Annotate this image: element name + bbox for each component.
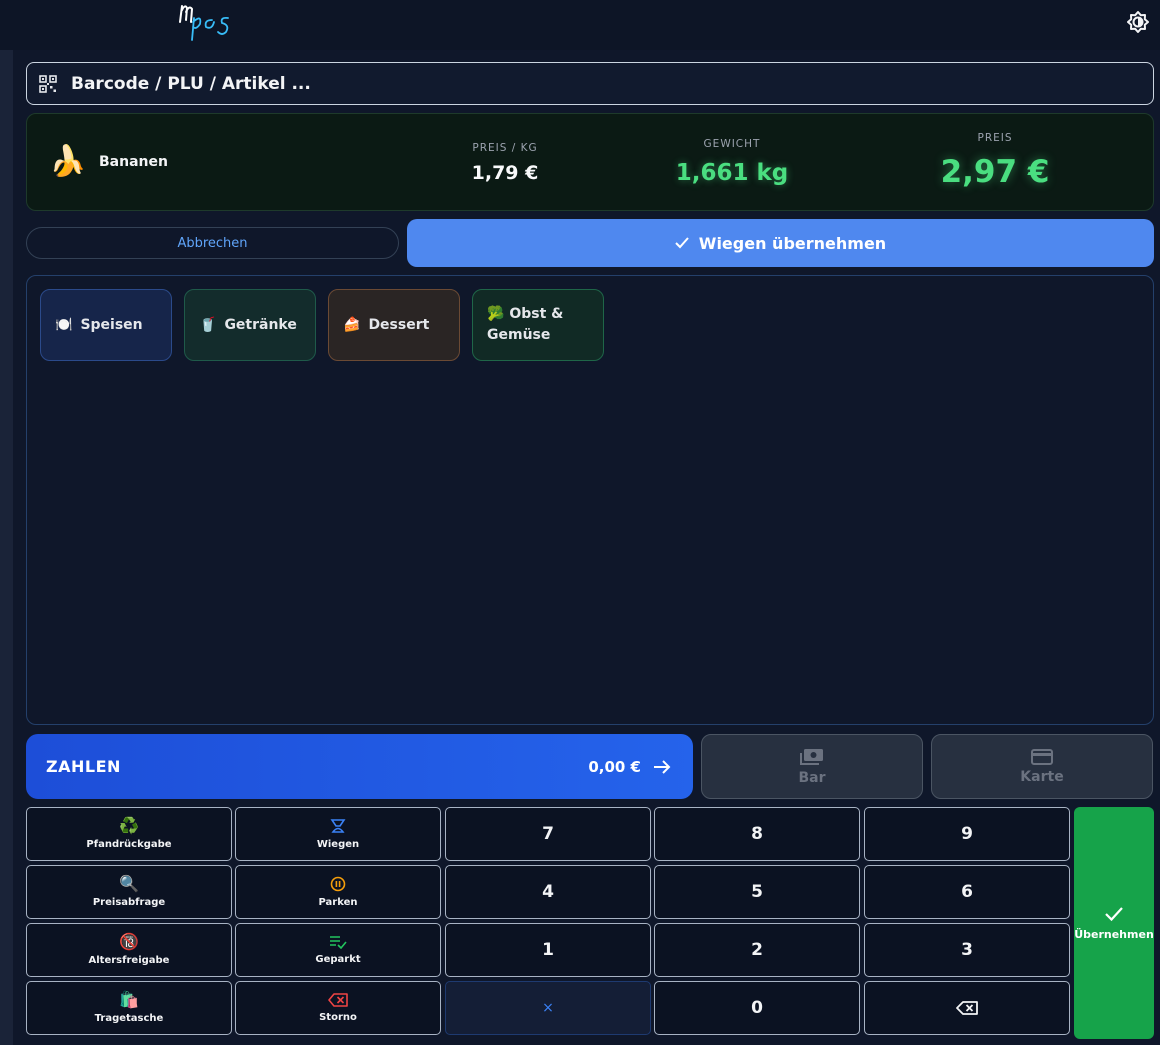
carrier-bag-label: Tragetasche — [94, 1013, 164, 1024]
price-check-label: Preisabfrage — [92, 897, 166, 908]
key-8[interactable]: 8 — [654, 807, 860, 861]
category-getraenke[interactable]: 🥤 Getränke — [184, 289, 316, 361]
qr-code-icon — [39, 74, 57, 93]
price-per-kg-value: 1,79 € — [471, 162, 539, 184]
price-per-kg-label: PREIS / KG — [472, 142, 538, 154]
category-label-line2: Gemüse — [487, 327, 551, 343]
search-input[interactable] — [71, 73, 971, 94]
confirm-button[interactable]: Übernehmen — [1074, 807, 1154, 1039]
cash-payment-button[interactable]: Bar — [701, 734, 923, 799]
accept-weighing-label: Wiegen übernehmen — [698, 233, 887, 253]
deposit-return-button[interactable]: ♻️ Pfandrückgabe — [26, 807, 232, 861]
weighing-panel: 🍌 Bananen PREIS / KG 1,79 € GEWICHT 1,66… — [26, 113, 1154, 211]
product-name: Bananen — [99, 154, 168, 170]
arrow-right-icon — [654, 759, 671, 774]
pause-icon — [330, 876, 346, 892]
checkmark-icon — [675, 237, 689, 249]
app-logo — [172, 0, 242, 46]
void-icon — [328, 993, 348, 1007]
carrier-bag-button[interactable]: 🛍️ Tragetasche — [26, 981, 232, 1035]
accept-weighing-button[interactable]: Wiegen übernehmen — [407, 219, 1154, 267]
recycle-icon: ♻️ — [119, 816, 139, 835]
list-check-icon — [330, 936, 347, 949]
key-9[interactable]: 9 — [864, 807, 1070, 861]
backspace-button[interactable] — [864, 981, 1070, 1035]
backspace-icon — [956, 1001, 978, 1015]
drink-icon: 🥤 — [199, 317, 217, 333]
age-verification-label: Altersfreigabe — [88, 955, 170, 966]
key-1[interactable]: 1 — [445, 923, 651, 977]
credit-card-icon — [1031, 748, 1053, 765]
weigh-label: Wiegen — [316, 839, 360, 850]
weight-label: GEWICHT — [703, 138, 761, 150]
card-label: Karte — [1020, 768, 1064, 785]
category-obst-gemuese[interactable]: 🥦 Obst & Gemüse — [472, 289, 604, 361]
brightness-icon — [1127, 11, 1149, 33]
search-bar[interactable] — [26, 62, 1154, 105]
shopping-bag-icon: 🛍️ — [119, 990, 139, 1009]
key-6[interactable]: 6 — [864, 865, 1070, 919]
deposit-return-label: Pfandrückgabe — [86, 839, 172, 850]
park-button[interactable]: Parken — [235, 865, 441, 919]
price-value: 2,97 € — [940, 154, 1050, 190]
void-button[interactable]: Storno — [235, 981, 441, 1035]
confirm-label: Übernehmen — [1074, 927, 1154, 941]
magnifier-icon: 🔍 — [119, 874, 139, 893]
parked-label: Geparkt — [315, 954, 361, 965]
category-label: Getränke — [224, 317, 297, 333]
category-speisen[interactable]: 🍽️ Speisen — [40, 289, 172, 361]
key-3[interactable]: 3 — [864, 923, 1070, 977]
weigh-button[interactable]: Wiegen — [235, 807, 441, 861]
clear-button[interactable]: × — [445, 981, 651, 1035]
cancel-weighing-button[interactable]: Abbrechen — [26, 227, 399, 259]
category-dessert[interactable]: 🍰 Dessert — [328, 289, 460, 361]
top-bar — [0, 0, 1160, 50]
category-label: Dessert — [368, 317, 430, 333]
price-label: PREIS — [977, 132, 1013, 144]
age-verification-button[interactable]: 🔞 Altersfreigabe — [26, 923, 232, 977]
void-label: Storno — [319, 1012, 357, 1023]
total-amount: 0,00 € — [588, 757, 641, 776]
side-rail — [0, 50, 13, 1045]
key-2[interactable]: 2 — [654, 923, 860, 977]
price-check-button[interactable]: 🔍 Preisabfrage — [26, 865, 232, 919]
key-0[interactable]: 0 — [654, 981, 860, 1035]
pay-button[interactable]: ZAHLEN 0,00 € — [26, 734, 693, 799]
scale-icon — [330, 819, 346, 833]
category-label: Obst & — [509, 306, 564, 322]
card-payment-button[interactable]: Karte — [931, 734, 1153, 799]
key-4[interactable]: 4 — [445, 865, 651, 919]
theme-toggle-button[interactable] — [1124, 8, 1152, 36]
parked-button[interactable]: Geparkt — [235, 923, 441, 977]
weight-value: 1,661 kg — [675, 160, 789, 186]
key-5[interactable]: 5 — [654, 865, 860, 919]
category-panel: 🍽️ Speisen 🥤 Getränke 🍰 Dessert 🥦 Obst &… — [26, 275, 1154, 725]
cash-label: Bar — [798, 769, 826, 786]
cash-icon — [800, 748, 823, 765]
park-label: Parken — [318, 897, 358, 908]
key-7[interactable]: 7 — [445, 807, 651, 861]
category-label: Speisen — [80, 317, 143, 333]
plate-icon: 🍽️ — [55, 317, 73, 333]
banana-icon: 🍌 — [49, 144, 87, 179]
checkmark-icon — [1105, 906, 1123, 921]
broccoli-icon: 🥦 — [487, 306, 505, 322]
pay-label: ZAHLEN — [46, 757, 121, 776]
age-restriction-icon: 🔞 — [119, 932, 139, 951]
cake-icon: 🍰 — [343, 317, 361, 333]
